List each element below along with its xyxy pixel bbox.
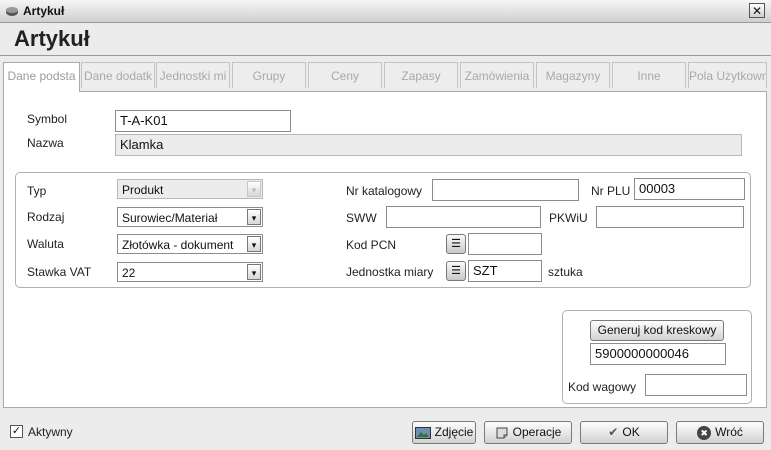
tab-ceny[interactable]: Ceny [308, 62, 382, 88]
rodzaj-value: Surowiec/Materiał [122, 211, 218, 225]
tab-pola-uzytkownika[interactable]: Pola Użytkown [688, 62, 767, 88]
kod-wagowy-field[interactable] [645, 374, 747, 396]
typ-label: Typ [27, 184, 47, 198]
chevron-down-icon[interactable]: ▾ [247, 264, 261, 280]
waluta-label: Waluta [27, 237, 64, 251]
rodzaj-label: Rodzaj [27, 210, 65, 224]
typ-value: Produkt [122, 183, 164, 197]
wroc-button[interactable]: ✖ Wróć [676, 421, 764, 444]
tab-dane-dodatkowe[interactable]: Dane dodatk [81, 62, 155, 88]
kod-wagowy-label: Kod wagowy [568, 380, 637, 394]
waluta-value: Złotówka - dokument [122, 238, 234, 252]
operacje-button[interactable]: Operacje [484, 421, 572, 444]
tab-zapasy[interactable]: Zapasy [384, 62, 458, 88]
stawka-vat-select[interactable]: 22 ▾ [117, 262, 263, 282]
operations-icon [496, 427, 508, 439]
zdjecie-label: Zdjęcie [434, 425, 474, 439]
cancel-icon: ✖ [697, 425, 712, 440]
checkmark-icon: ✔ [608, 425, 619, 440]
ok-button[interactable]: ✔ OK [580, 421, 668, 444]
aktywny-checkbox[interactable]: ✓ [10, 425, 23, 438]
wroc-label: Wróć [715, 425, 743, 439]
nr-plu-field[interactable]: 00003 [634, 178, 745, 200]
sww-field[interactable] [386, 206, 541, 228]
chevron-down-icon[interactable]: ▾ [247, 236, 261, 252]
picture-icon [414, 426, 431, 439]
generate-barcode-button[interactable]: Generuj kod kreskowy [590, 320, 724, 341]
operacje-label: Operacje [512, 425, 562, 439]
nazwa-label: Nazwa [27, 136, 64, 150]
jednostka-miary-label: Jednostka miary [346, 265, 434, 279]
aktywny-label: Aktywny [28, 425, 73, 439]
jednostka-miary-list-icon[interactable]: ☰ [446, 261, 466, 281]
tab-zamowienia[interactable]: Zamówienia [460, 62, 534, 88]
tab-grupy[interactable]: Grupy [232, 62, 306, 88]
kod-pcn-field[interactable] [468, 233, 542, 255]
rodzaj-select[interactable]: Surowiec/Materiał ▾ [117, 207, 263, 227]
symbol-field[interactable]: T-A-K01 [115, 110, 291, 132]
nazwa-field[interactable]: Klamka [115, 134, 742, 156]
kod-pcn-label: Kod PCN [346, 238, 397, 252]
jednostka-miary-field[interactable]: SZT [468, 260, 542, 282]
nr-katalogowy-label: Nr katalogowy [346, 184, 423, 198]
close-icon[interactable]: ✕ [749, 3, 765, 18]
tab-dane-podstawowe[interactable]: Dane podsta [3, 62, 80, 92]
nr-plu-label: Nr PLU [591, 184, 631, 198]
typ-select[interactable]: Produkt ▾ [117, 179, 263, 199]
pkwiu-field[interactable] [596, 206, 744, 228]
symbol-label: Symbol [27, 112, 68, 126]
kod-pcn-list-icon[interactable]: ☰ [446, 234, 466, 254]
title-bar: Artykuł ✕ [0, 0, 771, 23]
chevron-down-icon: ▾ [247, 181, 261, 197]
chevron-down-icon[interactable]: ▾ [247, 209, 261, 225]
barcode-field[interactable]: 5900000000046 [590, 343, 726, 365]
pkwiu-label: PKWiU [549, 211, 588, 225]
tab-magazyny[interactable]: Magazyny [536, 62, 610, 88]
stawka-vat-label: Stawka VAT [27, 265, 92, 279]
waluta-select[interactable]: Złotówka - dokument ▾ [117, 234, 263, 254]
divider [0, 55, 771, 56]
nr-katalogowy-field[interactable] [432, 179, 579, 201]
stawka-vat-value: 22 [122, 266, 136, 280]
tab-jednostki-miary[interactable]: Jednostki mi [156, 62, 230, 88]
ok-label: OK [622, 425, 640, 439]
sww-label: SWW [346, 211, 377, 225]
zdjecie-button[interactable]: Zdjęcie [412, 421, 476, 444]
page-title: Artykuł [14, 26, 90, 51]
app-icon [6, 7, 18, 16]
tab-bar: Dane podsta Dane dodatk Jednostki mi Gru… [3, 62, 767, 92]
jednostka-miary-desc: sztuka [548, 265, 583, 279]
window-title: Artykuł [23, 4, 65, 18]
tab-inne[interactable]: Inne [612, 62, 686, 88]
